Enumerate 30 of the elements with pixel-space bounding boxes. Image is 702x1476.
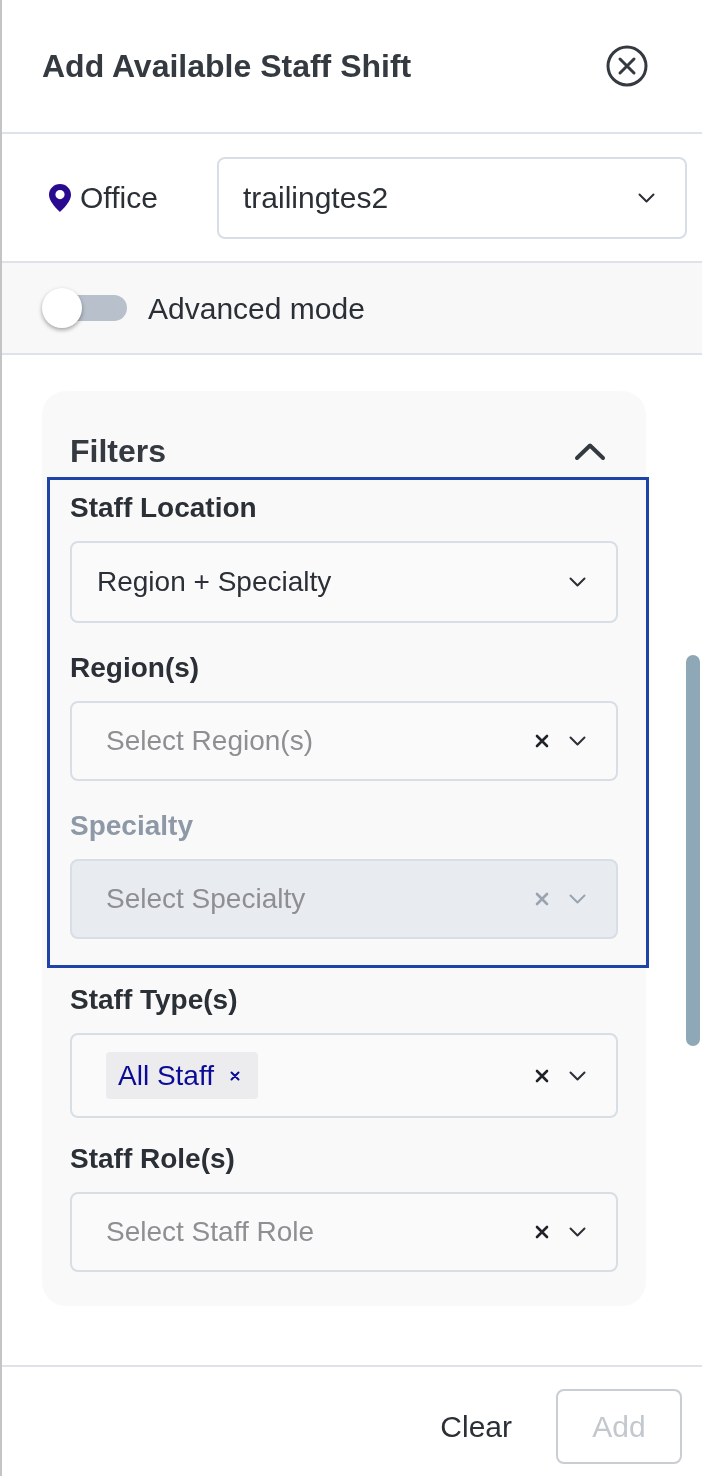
clear-icon[interactable] bbox=[535, 1225, 549, 1239]
scrollbar-thumb[interactable] bbox=[686, 655, 700, 1046]
filters-title: Filters bbox=[70, 432, 167, 471]
clear-button[interactable]: Clear bbox=[440, 1389, 512, 1464]
chevron-up-icon[interactable] bbox=[574, 441, 606, 461]
chevron-down-icon[interactable] bbox=[569, 1070, 586, 1081]
office-label: Office bbox=[80, 180, 158, 216]
tag-text: All Staff bbox=[118, 1058, 214, 1093]
chevron-down-icon[interactable] bbox=[569, 577, 586, 587]
field-label: Specialty bbox=[70, 810, 194, 842]
clear-icon[interactable] bbox=[535, 1068, 549, 1083]
field-label: Staff Location bbox=[70, 492, 258, 524]
clear-icon[interactable] bbox=[535, 734, 549, 748]
advanced-mode-toggle[interactable] bbox=[42, 288, 128, 328]
field-label: Staff Role(s) bbox=[70, 1143, 236, 1175]
advanced-mode-label: Advanced mode bbox=[148, 290, 365, 327]
chevron-down-icon[interactable] bbox=[569, 1227, 586, 1237]
field-label: Region(s) bbox=[70, 652, 201, 684]
select-field[interactable]: Region + Specialty bbox=[70, 541, 618, 623]
close-icon bbox=[606, 45, 648, 87]
dialog-title: Add Available Staff Shift bbox=[42, 47, 412, 86]
multi-select-field[interactable]: All Staff bbox=[70, 1033, 618, 1118]
remove-icon[interactable] bbox=[230, 1070, 240, 1081]
chevron-down-icon[interactable] bbox=[569, 736, 586, 746]
office-select[interactable]: trailingtes2 bbox=[217, 156, 687, 239]
close-button[interactable] bbox=[606, 45, 648, 87]
field-label: Staff Type(s) bbox=[70, 984, 239, 1016]
chevron-down-icon[interactable] bbox=[638, 192, 655, 203]
toggle-thumb[interactable] bbox=[42, 288, 82, 328]
location-pin-icon bbox=[48, 182, 72, 213]
